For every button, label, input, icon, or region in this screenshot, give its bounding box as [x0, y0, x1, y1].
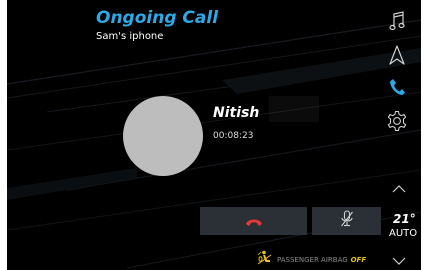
- temperature-value: 21°: [393, 212, 416, 226]
- temperature-down-button[interactable]: [391, 252, 407, 266]
- media-button[interactable]: [386, 11, 408, 35]
- settings-gear-icon: [386, 110, 408, 136]
- call-status-title: Ongoing Call: [96, 8, 219, 28]
- microphone-muted-icon: [340, 210, 354, 232]
- call-duration: 00:08:23: [213, 131, 254, 141]
- contact-name: Nitish: [213, 105, 260, 121]
- passenger-airbag-status: PASSENGER AIRBAG OFF: [257, 250, 367, 270]
- infotainment-screen: Ongoing Call Sam's iphone Nitish 00:08:2…: [7, 0, 421, 270]
- chevron-up-icon: [392, 178, 406, 197]
- navigation-icon: [389, 45, 405, 69]
- settings-button[interactable]: [386, 110, 408, 136]
- connected-device-name: Sam's iphone: [96, 31, 164, 42]
- passenger-airbag-off-icon: [257, 250, 273, 270]
- phone-button[interactable]: [388, 79, 406, 99]
- phone-icon: [389, 78, 405, 100]
- airbag-label: PASSENGER AIRBAG: [277, 256, 348, 264]
- climate-mode: AUTO: [389, 228, 418, 239]
- end-call-button[interactable]: [200, 207, 307, 235]
- contact-avatar: [123, 96, 203, 176]
- mute-microphone-button[interactable]: [312, 207, 381, 235]
- phone-hangup-icon: [245, 212, 263, 231]
- chevron-down-icon: [392, 250, 406, 269]
- airbag-state: OFF: [350, 256, 367, 264]
- navigation-button[interactable]: [387, 45, 407, 69]
- contact-name-panel: [269, 96, 319, 122]
- music-note-icon: [389, 11, 405, 35]
- temperature-up-button[interactable]: [391, 180, 407, 194]
